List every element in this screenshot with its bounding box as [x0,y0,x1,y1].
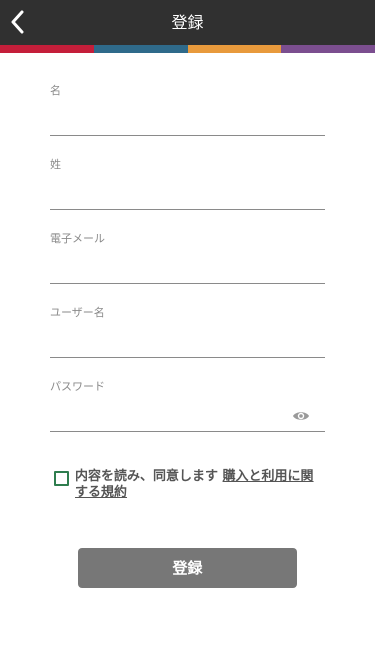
email-field: 電子メール [50,232,325,288]
last-name-label: 姓 [50,158,61,171]
first-name-input[interactable] [50,102,325,136]
password-input[interactable] [50,398,325,432]
stripe-segment-purple [281,45,375,53]
username-field: ユーザー名 [50,306,325,362]
stripe-segment-red [0,45,94,53]
toggle-password-visibility-button[interactable] [292,408,310,422]
register-button[interactable]: 登録 [78,548,297,588]
terms-agreement: 内容を読み、同意します 購入と利用に関する規約 [54,469,334,505]
terms-agree-text: 内容を読み、同意します [75,469,219,484]
password-label: パスワード [50,380,105,393]
first-name-label: 名 [50,84,61,97]
stripe-segment-orange [187,45,282,53]
email-label: 電子メール [50,232,105,245]
last-name-field: 姓 [50,158,325,214]
first-name-field: 名 [50,84,325,140]
username-label: ユーザー名 [50,306,105,319]
terms-text: 内容を読み、同意します 購入と利用に関する規約 [75,469,325,501]
app-header: 登録 [0,0,375,45]
password-field: パスワード [50,380,325,436]
stripe-segment-blue [93,45,188,53]
eye-icon [293,412,309,420]
email-input[interactable] [50,250,325,284]
username-input[interactable] [50,324,325,358]
terms-checkbox[interactable] [54,471,69,486]
page-title: 登録 [171,13,204,32]
brand-stripe [0,45,375,53]
last-name-input[interactable] [50,176,325,210]
